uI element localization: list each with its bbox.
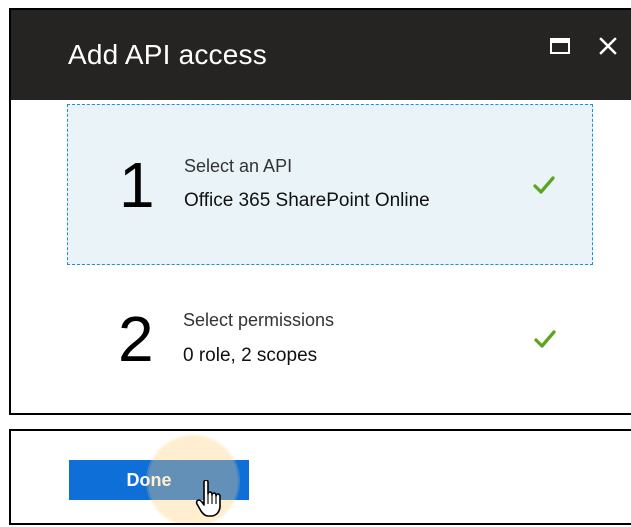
step-select-permissions[interactable]: 2 Select permissions 0 role, 2 scopes [67, 265, 593, 413]
header-actions [545, 31, 623, 61]
maximize-button[interactable] [545, 31, 575, 61]
done-button-label: Done [126, 469, 172, 490]
step-number: 2 [118, 303, 154, 375]
panel-title: Add API access [68, 39, 267, 70]
done-button[interactable]: Done [69, 460, 249, 500]
close-icon [599, 37, 617, 55]
checkmark-icon [533, 175, 555, 194]
step-title: Select an API [184, 155, 293, 176]
close-button[interactable] [593, 31, 623, 61]
add-api-access-panel: Add API access 1 Select an API Office 36… [9, 8, 631, 415]
checkmark-icon [534, 330, 556, 348]
panel-header: Add API access [11, 10, 631, 100]
step-title: Select permissions [183, 310, 335, 331]
step-text: Select permissions 0 role, 2 scopes [183, 310, 334, 367]
panel-footer: Done [9, 429, 631, 525]
step-select-api[interactable]: 1 Select an API Office 365 SharePoint On… [67, 104, 593, 265]
maximize-icon [550, 38, 570, 54]
step-subtitle: 0 role, 2 scopes [183, 344, 318, 366]
step-text: Select an API Office 365 SharePoint Onli… [184, 156, 430, 213]
step-number: 1 [119, 148, 155, 221]
step-subtitle: Office 365 SharePoint Online [184, 190, 430, 212]
